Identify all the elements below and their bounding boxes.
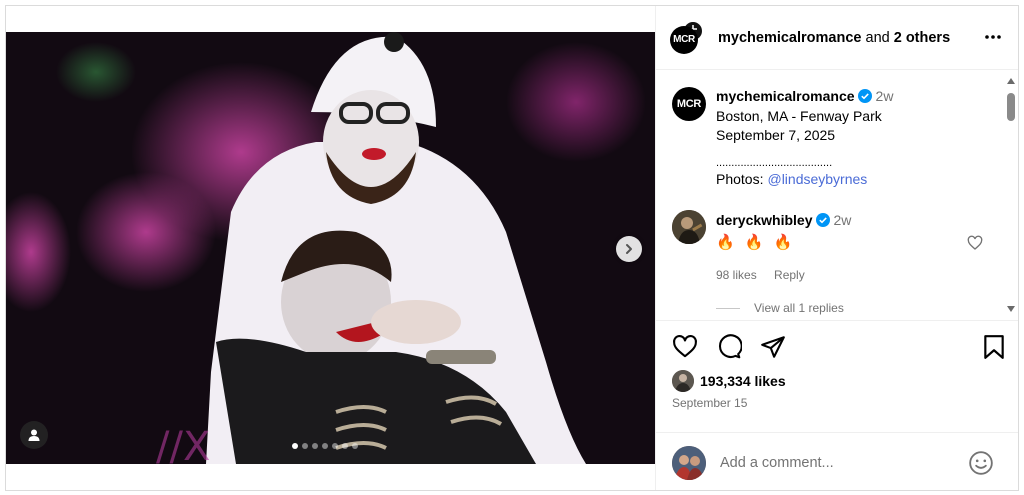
verified-badge-icon xyxy=(815,213,830,227)
header-username[interactable]: mychemicalromance xyxy=(718,30,861,46)
caption-body: mychemicalromance 2w Boston, MA - Fenway … xyxy=(716,87,893,189)
caption-avatar[interactable]: MCR xyxy=(672,87,706,121)
carousel-indicator xyxy=(292,443,358,449)
heart-icon xyxy=(673,335,697,358)
commenter-avatar[interactable] xyxy=(672,210,706,244)
share-button[interactable] xyxy=(760,334,786,365)
commenter-photo xyxy=(672,210,706,244)
header-others-link[interactable]: 2 others xyxy=(894,30,950,46)
photos-label: Photos: xyxy=(716,170,764,187)
current-user-photo xyxy=(672,445,706,480)
post-caption: MCR mychemicalromance 2w Boston, MA - Fen… xyxy=(672,87,992,189)
comment-like-button[interactable] xyxy=(967,235,983,256)
post-date[interactable]: September 15 xyxy=(672,396,747,410)
comment-meta: 98 likes Reply xyxy=(716,265,851,285)
scroll-down-arrow-icon[interactable] xyxy=(1007,305,1015,313)
save-button[interactable] xyxy=(982,334,1006,365)
svg-text://X: //X xyxy=(156,424,210,464)
current-user-avatar xyxy=(672,445,706,480)
verified-badge-icon xyxy=(857,89,872,103)
more-horizontal-icon xyxy=(985,35,1001,39)
likes-count: 193,334 likes xyxy=(700,373,786,389)
carousel-dot xyxy=(292,443,298,449)
liker-photo xyxy=(672,370,694,392)
post-likes[interactable]: 193,334 likes xyxy=(672,370,786,392)
tagged-users-button[interactable] xyxy=(20,421,48,449)
scrollbar-thumb[interactable] xyxy=(1007,93,1015,121)
comment-button[interactable] xyxy=(716,334,743,365)
view-replies-label: View all 1 replies xyxy=(754,301,844,315)
comment-bubble-icon xyxy=(718,334,743,359)
comment-text: 🔥 🔥 🔥 xyxy=(716,234,796,251)
caption-time: 2w xyxy=(875,88,894,104)
scroll-up-arrow-icon[interactable] xyxy=(1007,77,1015,85)
comment-item: deryckwhibley 2w 🔥 🔥 🔥 98 likes Reply xyxy=(672,210,992,285)
carousel-dot xyxy=(352,443,358,449)
comment-reply-button[interactable]: Reply xyxy=(774,268,805,282)
header-author-line: mychemicalromance and 2 others xyxy=(718,30,950,46)
concert-photo-illustration: //X xyxy=(6,32,655,464)
comment-time: 2w xyxy=(833,212,852,228)
caption-username[interactable]: mychemicalromance xyxy=(716,88,855,104)
comments-section[interactable]: MCR mychemicalromance 2w Boston, MA - Fen… xyxy=(656,71,1018,321)
photographer-mention-link[interactable]: @lindseybyrnes xyxy=(767,171,867,187)
header-and-text: and xyxy=(865,29,890,46)
concert-photo[interactable]: //X xyxy=(6,32,655,464)
view-replies-button[interactable]: View all 1 replies xyxy=(716,301,844,315)
user-icon xyxy=(28,429,40,441)
post-media: //X xyxy=(6,6,655,490)
caption-line-1: Boston, MA - Fenway Park xyxy=(716,107,882,124)
emoji-picker-button[interactable] xyxy=(968,450,994,481)
more-options-button[interactable] xyxy=(984,28,1002,51)
caption-divider: ...................................... xyxy=(716,156,833,169)
comment-likes-link[interactable]: 98 likes xyxy=(716,268,757,282)
post-side-panel: MCR mychemicalromance and 2 others MCR m… xyxy=(655,6,1018,490)
post-actions-bar xyxy=(656,334,1018,365)
carousel-dot xyxy=(332,443,338,449)
heart-outline-icon xyxy=(967,235,983,250)
replies-divider-line xyxy=(716,307,740,309)
header-avatar: MCR xyxy=(670,25,698,54)
add-comment-bar xyxy=(656,432,1018,490)
carousel-dot xyxy=(322,443,328,449)
comments-scrollbar[interactable] xyxy=(1005,77,1017,317)
instagram-post: //X MCR mychemicalromance and 2 others M… xyxy=(5,5,1019,491)
send-icon xyxy=(761,336,785,358)
caption-line-2: September 7, 2025 xyxy=(716,127,836,143)
like-button[interactable] xyxy=(672,334,698,365)
comment-input[interactable] xyxy=(720,454,950,471)
post-header: MCR mychemicalromance and 2 others xyxy=(656,6,1018,70)
comment-body: deryckwhibley 2w 🔥 🔥 🔥 98 likes Reply xyxy=(716,210,851,285)
commenter-username[interactable]: deryckwhibley xyxy=(716,212,813,228)
carousel-dot xyxy=(342,443,348,449)
next-slide-button[interactable] xyxy=(616,236,642,262)
carousel-dot xyxy=(312,443,318,449)
collab-avatars[interactable]: MCR xyxy=(670,18,710,58)
carousel-dot xyxy=(302,443,308,449)
chevron-right-icon xyxy=(626,244,632,254)
liker-avatar xyxy=(672,370,694,392)
bookmark-icon xyxy=(984,335,1004,359)
emoji-smiley-icon xyxy=(969,451,993,475)
